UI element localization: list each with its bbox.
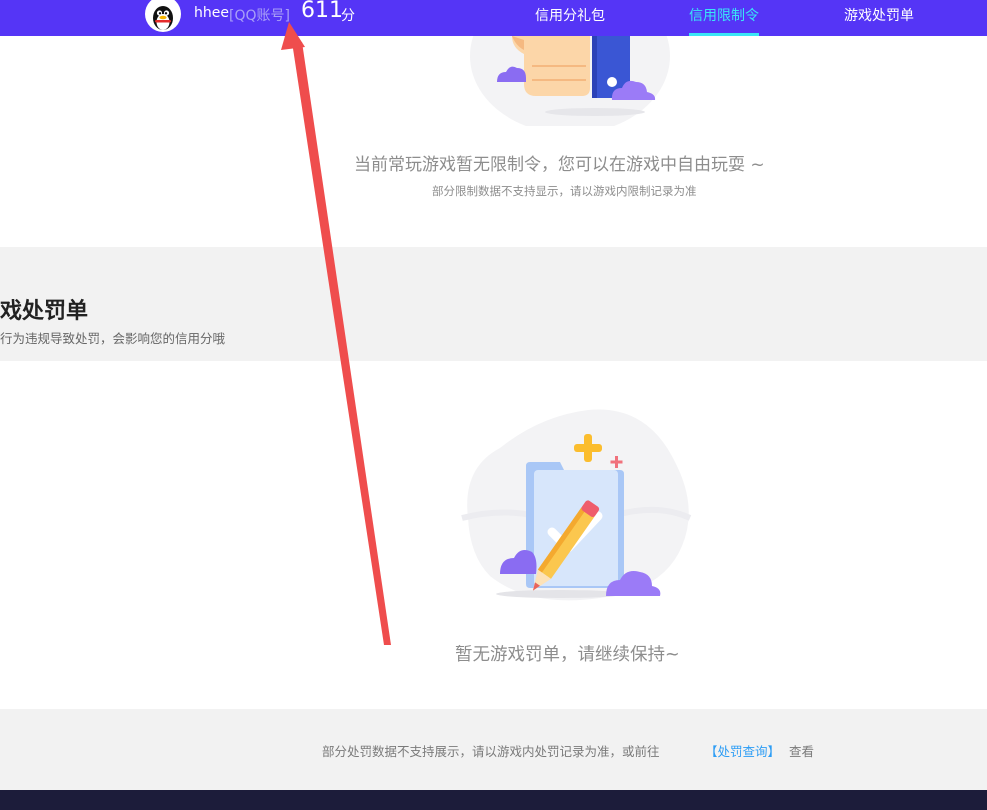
penalty-query-link[interactable]: 【处罚查询】 [705,741,780,760]
footer-note: 部分处罚数据不支持展示，请以游戏内处罚记录为准，或前往 [322,744,660,759]
active-tab-indicator [689,33,759,36]
credit-score-unit: 分 [341,8,355,24]
section-title: 戏处罚单 [0,299,89,324]
nav-item-credit-restriction[interactable]: 信用限制令 [689,5,759,25]
footer-tail-text: 查看 [789,744,815,759]
restriction-note: 部分限制数据不支持显示，请以游戏内限制记录为准 [432,184,697,198]
account-type-label: [QQ账号] [229,8,290,24]
nav-item-game-penalty[interactable]: 游戏处罚单 [844,5,914,25]
page-footer [0,790,987,810]
avatar[interactable] [145,0,181,32]
top-nav-bar: hhee [QQ账号] 611 分 信用分礼包 信用限制令 游戏处罚单 [0,0,987,36]
penalty-empty-message: 暂无游戏罚单，请继续保持~ [455,645,680,665]
nav-item-credit-gift[interactable]: 信用分礼包 [535,5,605,25]
credit-score: 611 [301,0,343,23]
qq-penguin-icon [153,6,173,30]
thumbs-up-phone-icon [470,0,670,134]
folder-check-pencil-icon [460,408,692,612]
section-description: 行为违规导致处罚，会影响您的信用分哦 [0,331,226,346]
restriction-empty-message: 当前常玩游戏暂无限制令，您可以在游戏中自由玩耍 ~ [354,155,765,175]
username: hhee [194,5,229,21]
